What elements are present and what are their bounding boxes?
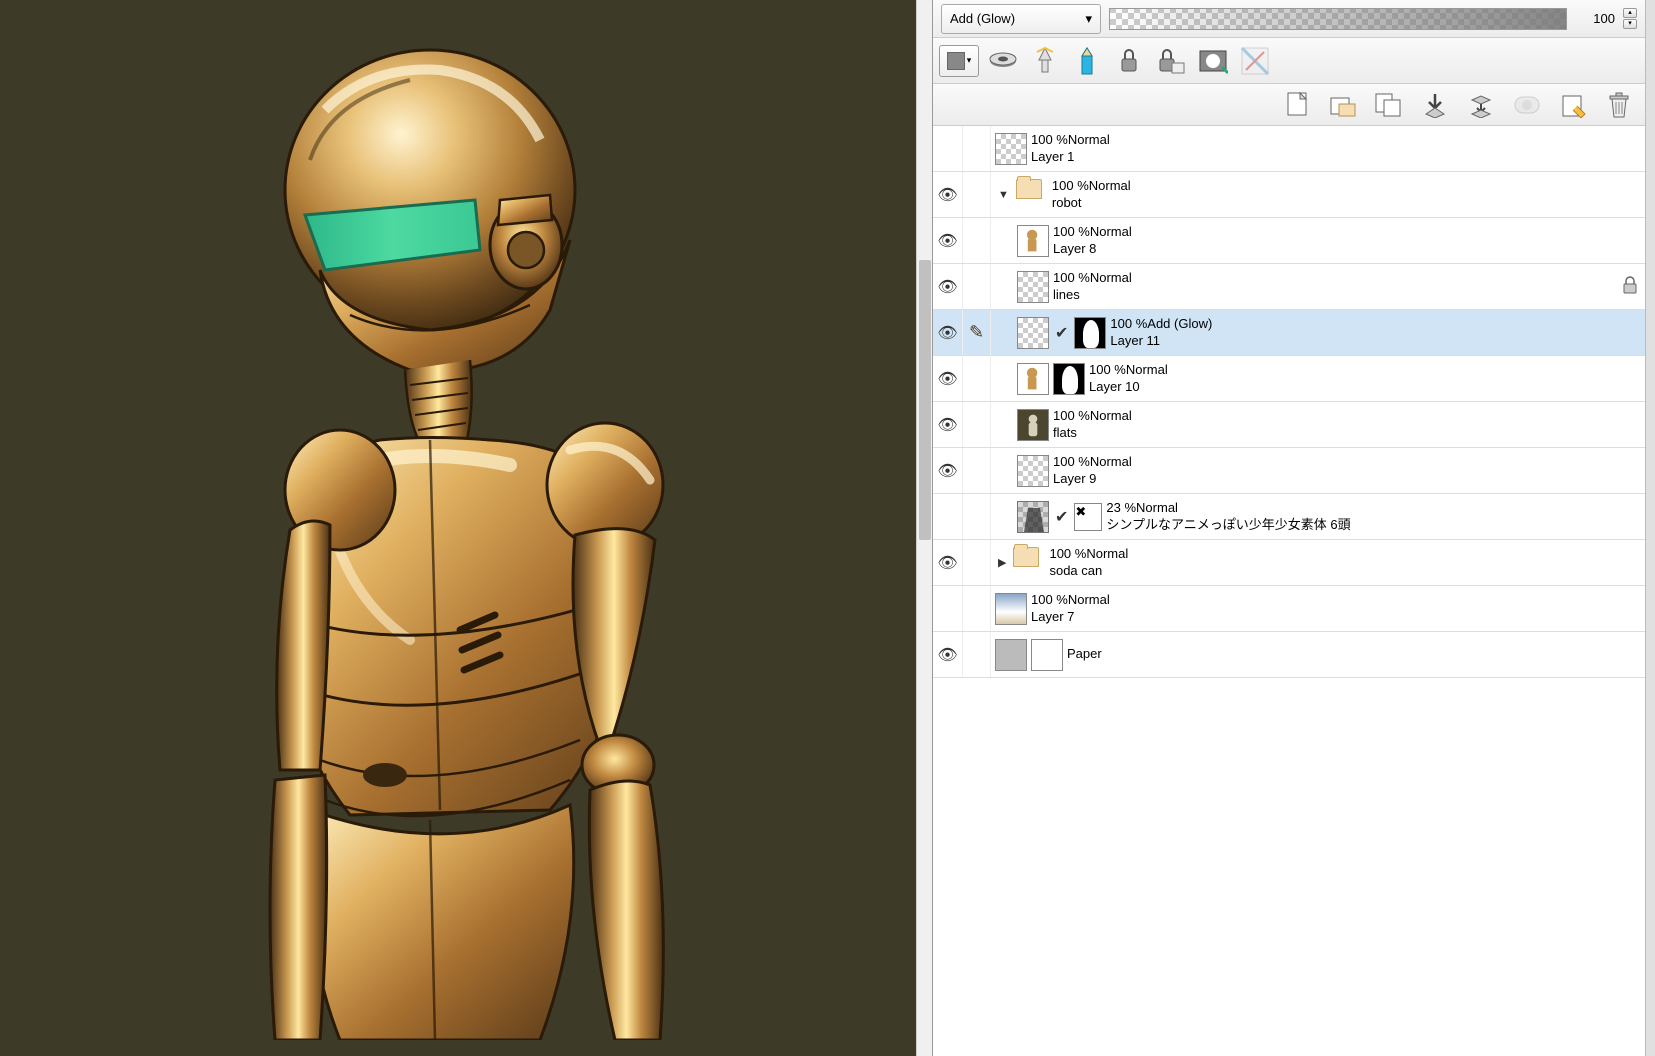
blur-border-icon[interactable] xyxy=(985,43,1021,79)
layer-name[interactable]: Layer 10 xyxy=(1089,379,1168,396)
layer-opacity-blend: 100 %Normal xyxy=(1052,178,1131,195)
draft-layer-icon[interactable] xyxy=(1069,43,1105,79)
layer-row[interactable]: 👁 100 %Normallines xyxy=(933,264,1645,310)
layer-opacity-blend: 100 %Normal xyxy=(1031,132,1110,149)
flatten-button[interactable] xyxy=(1509,87,1545,123)
lock-column[interactable] xyxy=(963,632,991,677)
chevron-down-icon: ▾ xyxy=(1085,11,1092,27)
visibility-toggle[interactable]: 👁 xyxy=(933,310,963,355)
layer-row[interactable]: ✔✖23 %Normalシンプルなアニメっぽい少年少女素体 6頭 xyxy=(933,494,1645,540)
layer-name[interactable]: lines xyxy=(1053,287,1132,304)
layer-mask-thumb[interactable] xyxy=(1074,317,1106,349)
visibility-toggle[interactable]: 👁 xyxy=(933,172,963,217)
opacity-slider[interactable] xyxy=(1109,8,1567,30)
lock-column[interactable] xyxy=(963,356,991,401)
lock-column[interactable] xyxy=(963,264,991,309)
lock-column[interactable] xyxy=(963,586,991,631)
scrollbar-thumb[interactable] xyxy=(919,260,931,540)
transfer-down-button[interactable] xyxy=(1417,87,1453,123)
delete-layer-button[interactable] xyxy=(1601,87,1637,123)
visibility-toggle[interactable]: 👁 xyxy=(933,402,963,447)
layer-name[interactable]: Layer 9 xyxy=(1053,471,1132,488)
eye-icon: 👁 xyxy=(937,553,957,573)
clear-layer-button[interactable] xyxy=(1555,87,1591,123)
lock-column[interactable] xyxy=(963,540,991,585)
visibility-toggle[interactable] xyxy=(933,586,963,631)
active-brush-icon: ✎ xyxy=(967,322,986,343)
opacity-value: 100 xyxy=(1575,11,1615,26)
lock-column[interactable] xyxy=(963,448,991,493)
eye-icon: 👁 xyxy=(937,645,957,665)
layer-property-toolbar: ▾ xyxy=(933,38,1645,84)
eye-icon: 👁 xyxy=(937,185,957,205)
layer-operations-toolbar xyxy=(933,84,1645,126)
layer-row[interactable]: 👁 100 %NormalLayer 10 xyxy=(933,356,1645,402)
paper-thumb xyxy=(1031,639,1063,671)
layer-name[interactable]: Layer 8 xyxy=(1053,241,1132,258)
ruler-disable-icon[interactable] xyxy=(1237,43,1273,79)
layer-row[interactable]: 👁 100 %NormalLayer 8 xyxy=(933,218,1645,264)
layer-opacity-blend: 100 %Normal xyxy=(1053,224,1132,241)
lock-column[interactable] xyxy=(963,494,991,539)
disabled-object-icon: ✖ xyxy=(1074,503,1102,531)
lock-column[interactable]: ✎ xyxy=(963,310,991,355)
lock-column[interactable] xyxy=(963,126,991,171)
canvas-artwork xyxy=(230,40,700,1040)
lock-transparency-icon[interactable] xyxy=(1111,43,1147,79)
lock-layer-icon[interactable] xyxy=(1153,43,1189,79)
eye-icon: 👁 xyxy=(937,277,957,297)
lock-column[interactable] xyxy=(963,402,991,447)
visibility-toggle[interactable] xyxy=(933,126,963,171)
new-layer-button[interactable] xyxy=(1279,87,1315,123)
lock-icon[interactable] xyxy=(1621,276,1639,297)
layer-row[interactable]: 👁 100 %Normalflats xyxy=(933,402,1645,448)
layer-mask-thumb[interactable] xyxy=(1053,363,1085,395)
visibility-toggle[interactable]: 👁 xyxy=(933,218,963,263)
duplicate-layer-button[interactable] xyxy=(1371,87,1407,123)
blend-mode-dropdown[interactable]: Add (Glow) ▾ xyxy=(941,4,1101,34)
layer-row[interactable]: 👁 ▼ 100 %Normalrobot xyxy=(933,172,1645,218)
layer-name[interactable]: flats xyxy=(1053,425,1132,442)
visibility-toggle[interactable]: 👁 xyxy=(933,356,963,401)
layer-opacity-blend: 100 %Add (Glow) xyxy=(1110,316,1212,333)
folder-caret-icon[interactable]: ▼ xyxy=(995,189,1012,201)
visibility-toggle[interactable]: 👁 xyxy=(933,448,963,493)
layer-opacity-blend: 100 %Normal xyxy=(1089,362,1168,379)
layers-list[interactable]: 100 %NormalLayer 1👁▼100 %Normalrobot👁100… xyxy=(933,126,1645,1056)
panel-resize-strip[interactable] xyxy=(1645,0,1655,1056)
visibility-toggle[interactable]: 👁 xyxy=(933,632,963,677)
canvas-scrollbar-vertical[interactable] xyxy=(916,0,932,1056)
opacity-spinner[interactable]: ▴▾ xyxy=(1623,8,1637,29)
eye-icon: 👁 xyxy=(937,415,957,435)
layer-opacity-blend: 100 %Normal xyxy=(1053,454,1132,471)
layer-opacity-blend: 100 %Normal xyxy=(1053,408,1132,425)
layer-row[interactable]: 👁 ✎ ✔ 100 %Add (Glow)Layer 11 xyxy=(933,310,1645,356)
lock-column[interactable] xyxy=(963,172,991,217)
visibility-toggle[interactable] xyxy=(933,494,963,539)
blend-mode-row: Add (Glow) ▾ 100 ▴▾ xyxy=(933,0,1645,38)
canvas-viewport[interactable] xyxy=(0,0,933,1056)
eye-icon: 👁 xyxy=(937,369,957,389)
reference-layer-icon[interactable] xyxy=(1027,43,1063,79)
visibility-toggle[interactable]: 👁 xyxy=(933,264,963,309)
lock-column[interactable] xyxy=(963,218,991,263)
layer-row[interactable]: 👁 100 %NormalLayer 9 xyxy=(933,448,1645,494)
eye-icon: 👁 xyxy=(937,461,957,481)
eye-icon: 👁 xyxy=(937,231,957,251)
blend-mode-value: Add (Glow) xyxy=(950,11,1015,26)
folder-caret-icon[interactable]: ▶ xyxy=(995,556,1009,569)
layer-name[interactable]: robot xyxy=(1052,195,1131,212)
layer-name[interactable]: Layer 1 xyxy=(1031,149,1110,166)
layer-opacity-blend: 100 %Normal xyxy=(1053,270,1132,287)
clip-check-icon: ✔ xyxy=(1053,323,1070,343)
layer-name[interactable]: Layer 11 xyxy=(1110,333,1212,350)
combine-layers-button[interactable] xyxy=(1463,87,1499,123)
mask-enable-icon[interactable] xyxy=(1195,43,1231,79)
eye-icon: 👁 xyxy=(937,323,957,343)
layer-color-label-button[interactable]: ▾ xyxy=(939,45,979,77)
new-folder-button[interactable] xyxy=(1325,87,1361,123)
layer-row[interactable]: 100 %NormalLayer 1 xyxy=(933,126,1645,172)
layers-panel: Add (Glow) ▾ 100 ▴▾ ▾ xyxy=(933,0,1645,1056)
visibility-toggle[interactable]: 👁 xyxy=(933,540,963,585)
